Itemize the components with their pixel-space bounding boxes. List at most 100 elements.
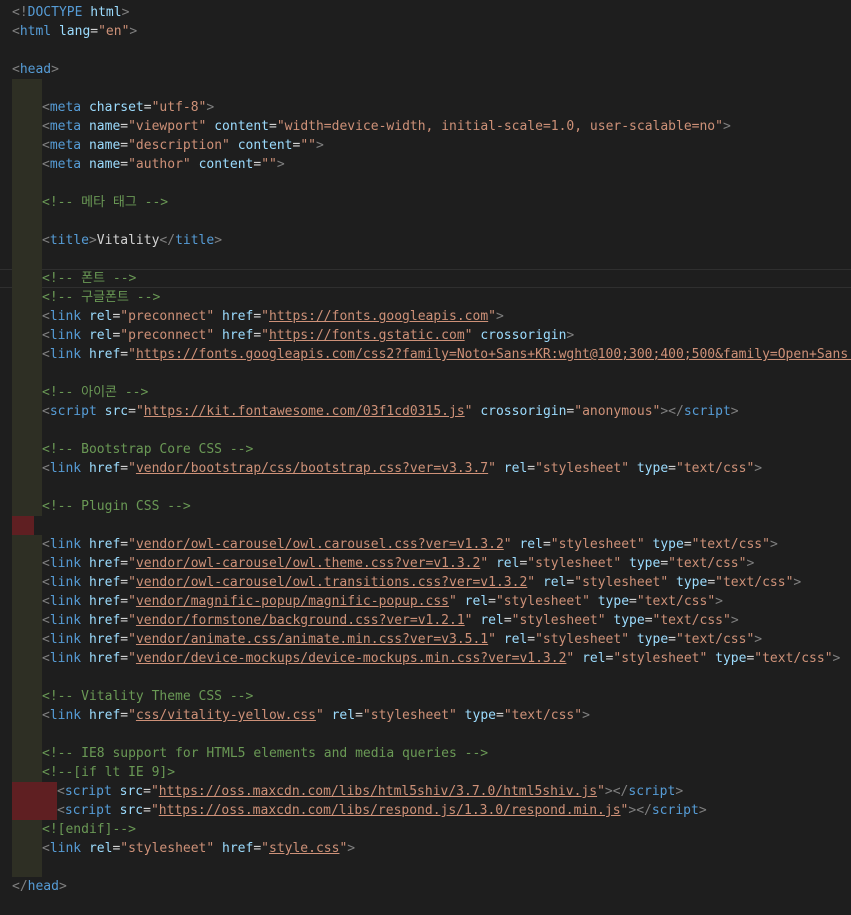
code-line[interactable]: <meta name="description" content=""> — [0, 136, 851, 155]
code-line[interactable]: <link href="vendor/owl-carousel/owl.caro… — [0, 535, 851, 554]
code-line[interactable]: <!-- Bootstrap Core CSS --> — [0, 440, 851, 459]
code-line[interactable]: <!-- 구글폰트 --> — [0, 288, 851, 307]
code-line[interactable] — [0, 725, 851, 744]
code-line[interactable]: <!-- Plugin CSS --> — [0, 497, 851, 516]
string-token: " — [449, 594, 457, 609]
code-editor[interactable]: <!DOCTYPE html> <html lang="en"> <head> <me… — [0, 0, 851, 915]
bracket-token: > — [51, 62, 59, 77]
attribute-token: rel — [503, 461, 528, 476]
url-link[interactable]: vendor/device-mockups/device-mockups.min… — [136, 651, 566, 666]
code-line[interactable]: <link rel="stylesheet" href="style.css"> — [0, 839, 851, 858]
code-line[interactable] — [0, 41, 851, 60]
url-link[interactable]: vendor/magnific-popup/magnific-popup.css — [136, 594, 449, 609]
text-token: = — [644, 613, 653, 628]
attribute-token: rel — [542, 575, 567, 590]
string-token: " — [150, 803, 159, 818]
bracket-token: < — [42, 309, 50, 324]
indent-guide — [12, 250, 42, 269]
code-line[interactable]: </head> — [0, 877, 851, 896]
text-token: = — [120, 157, 129, 172]
code-line[interactable]: <!DOCTYPE html> — [0, 3, 851, 22]
code-line[interactable]: <script src="https://oss.maxcdn.com/libs… — [0, 801, 851, 820]
code-line[interactable]: <link href="vendor/magnific-popup/magnif… — [0, 592, 851, 611]
code-line[interactable]: <script src="https://kit.fontawesome.com… — [0, 402, 851, 421]
url-link[interactable]: vendor/formstone/background.css?ver=v1.2… — [136, 613, 465, 628]
url-link[interactable]: https://fonts.googleapis.com/css2?family… — [136, 347, 851, 362]
attribute-token: html — [90, 5, 122, 20]
code-line[interactable]: <!-- Vitality Theme CSS --> — [0, 687, 851, 706]
bracket-token: </ — [159, 233, 176, 248]
code-line[interactable] — [0, 174, 851, 193]
code-line[interactable]: <!-- IE8 support for HTML5 elements and … — [0, 744, 851, 763]
text-token: = — [143, 784, 151, 799]
code-line[interactable]: <!--[if lt IE 9]> — [0, 763, 851, 782]
attribute-token: crossorigin — [480, 404, 567, 419]
code-line[interactable] — [0, 79, 851, 98]
string-token: "anonymous" — [574, 404, 661, 419]
tag-token: meta — [49, 100, 82, 115]
code-line[interactable]: <link href="vendor/owl-carousel/owl.tran… — [0, 573, 851, 592]
code-line[interactable]: <link href="vendor/animate.css/animate.m… — [0, 630, 851, 649]
code-line[interactable]: <link href="https://fonts.googleapis.com… — [0, 345, 851, 364]
string-token: " — [261, 309, 269, 324]
code-line[interactable] — [0, 421, 851, 440]
code-line[interactable]: <meta name="author" content=""> — [0, 155, 851, 174]
url-link[interactable]: vendor/animate.css/animate.min.css?ver=v… — [136, 632, 488, 647]
indent-guide — [12, 421, 42, 440]
code-line[interactable]: <![endif]--> — [0, 820, 851, 839]
code-line[interactable]: <head> — [0, 60, 851, 79]
string-token: "stylesheet" — [495, 594, 590, 609]
url-link[interactable]: https://oss.maxcdn.com/libs/html5shiv/3.… — [159, 784, 597, 799]
code-line[interactable]: <!-- 아이콘 --> — [0, 383, 851, 402]
string-token: "stylesheet" — [550, 537, 645, 552]
url-link[interactable]: vendor/owl-carousel/owl.carousel.css?ver… — [136, 537, 504, 552]
url-link[interactable]: https://oss.maxcdn.com/libs/respond.js/1… — [159, 803, 621, 818]
text-token: = — [120, 556, 129, 571]
code-text: <script src="https://kit.fontawesome.com… — [42, 402, 739, 421]
url-link[interactable]: vendor/owl-carousel/owl.transitions.css?… — [136, 575, 527, 590]
code-line[interactable]: <html lang="en"> — [0, 22, 851, 41]
url-link[interactable]: css/vitality-yellow.css — [136, 708, 316, 723]
code-line[interactable] — [0, 250, 851, 269]
url-link[interactable]: vendor/owl-carousel/owl.theme.css?ver=v1… — [136, 556, 480, 571]
attribute-token: content — [214, 119, 270, 134]
code-line[interactable]: <link rel="preconnect" href="https://fon… — [0, 307, 851, 326]
string-token: "" — [261, 157, 277, 172]
code-line[interactable] — [0, 364, 851, 383]
code-line[interactable]: <link href="vendor/formstone/background.… — [0, 611, 851, 630]
url-link[interactable]: https://kit.fontawesome.com/03f1cd0315.j… — [144, 404, 465, 419]
code-line[interactable]: <title>Vitality</title> — [0, 231, 851, 250]
string-token: " — [488, 632, 496, 647]
code-line[interactable]: <link href="css/vitality-yellow.css" rel… — [0, 706, 851, 725]
code-line[interactable]: <link rel="preconnect" href="https://fon… — [0, 326, 851, 345]
code-line[interactable]: <meta name="viewport" content="width=dev… — [0, 117, 851, 136]
code-text: </head> — [12, 877, 67, 896]
code-text: <meta name="viewport" content="width=dev… — [42, 117, 731, 136]
attribute-token: href — [88, 708, 121, 723]
code-line[interactable]: <meta charset="utf-8"> — [0, 98, 851, 117]
code-line[interactable]: <script src="https://oss.maxcdn.com/libs… — [0, 782, 851, 801]
url-link[interactable]: https://fonts.gstatic.com — [269, 328, 465, 343]
code-line[interactable]: <link href="vendor/owl-carousel/owl.them… — [0, 554, 851, 573]
url-link[interactable]: style.css — [269, 841, 339, 856]
url-link[interactable]: https://fonts.googleapis.com — [269, 309, 488, 324]
comment-token: <!-- Bootstrap Core CSS --> — [42, 442, 254, 457]
code-line[interactable] — [0, 212, 851, 231]
code-line[interactable] — [0, 516, 851, 535]
code-line[interactable]: <!-- 메타 태그 --> — [0, 193, 851, 212]
bracket-token: > — [730, 404, 739, 419]
text-token: = — [660, 556, 669, 571]
attribute-token: content — [237, 138, 293, 153]
code-line[interactable] — [0, 858, 851, 877]
code-line[interactable] — [0, 478, 851, 497]
code-line[interactable]: <!-- 폰트 --> — [0, 269, 851, 288]
code-line[interactable]: <link href="vendor/bootstrap/css/bootstr… — [0, 459, 851, 478]
code-line[interactable]: <link href="vendor/device-mockups/device… — [0, 649, 851, 668]
text-token: = — [668, 461, 676, 476]
bracket-token: < — [42, 575, 50, 590]
code-line[interactable] — [0, 668, 851, 687]
url-link[interactable]: vendor/bootstrap/css/bootstrap.css?ver=v… — [136, 461, 488, 476]
